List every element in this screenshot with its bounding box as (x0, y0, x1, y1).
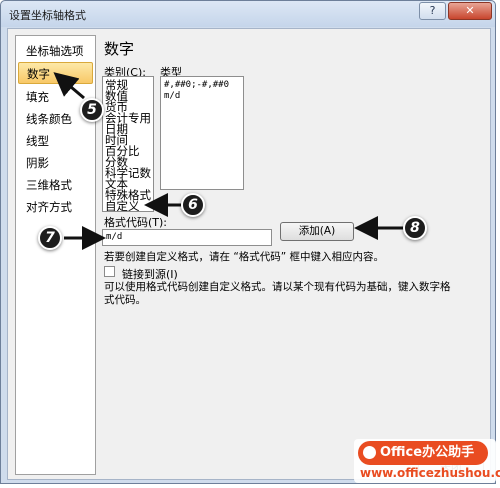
watermark-logo: Office办公助手 (358, 441, 488, 465)
watermark-url: www.officezhushou.com (360, 466, 500, 480)
watermark: Office办公助手 www.officezhushou.com (354, 439, 500, 483)
step-badge-6: 6 (181, 193, 205, 217)
step-badge-8: 8 (403, 216, 427, 240)
arrow-5 (53, 72, 85, 100)
step-badge-5: 5 (80, 98, 104, 122)
annotation-arrows (53, 72, 404, 250)
step-badge-7: 7 (38, 226, 62, 250)
